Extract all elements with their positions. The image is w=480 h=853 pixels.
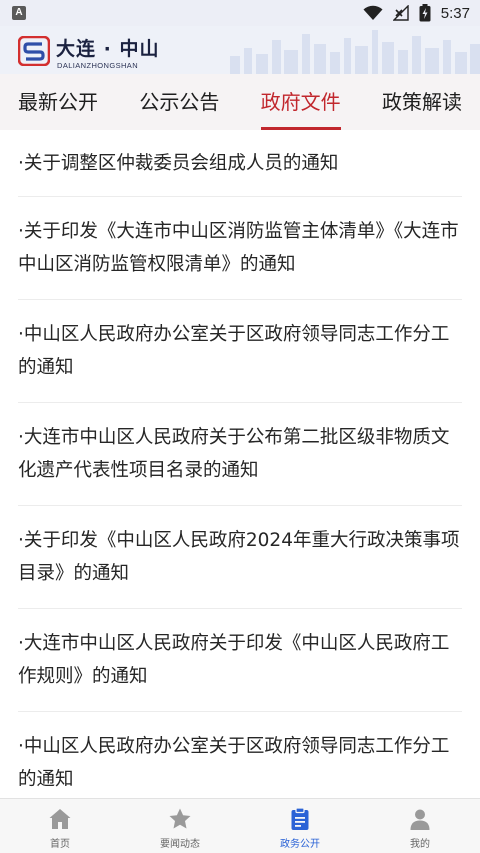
app-header: 大连 · 中山 DALIANZHONGSHAN: [0, 26, 480, 74]
a-app-icon: A: [12, 6, 26, 20]
list-item[interactable]: ·中山区人民政府办公室关于区政府领导同志工作分工的通知: [18, 300, 462, 403]
person-icon: [410, 809, 430, 830]
tab-public-notices[interactable]: 公示公告: [139, 74, 219, 130]
nav-home-label: 首页: [50, 839, 70, 850]
list-item[interactable]: ·中山区人民政府办公室关于区政府领导同志工作分工的通知: [18, 712, 462, 798]
tab-latest-disclosure[interactable]: 最新公开: [18, 74, 98, 130]
list-item[interactable]: ·关于调整区仲裁委员会组成人员的通知: [18, 130, 462, 197]
nav-profile[interactable]: 我的: [360, 799, 480, 853]
list-item[interactable]: ·关于印发《大连市中山区消防监管主体清单》《大连市中山区消防监管权限清单》的通知: [18, 197, 462, 300]
status-icons: 5:37: [363, 3, 470, 23]
tab-policy-interpretation[interactable]: 政策解读: [382, 74, 462, 130]
app-screen: A 5:37 大连 · 中山 DALIANZHONGSHAN 最新公开 公示公告…: [0, 0, 480, 853]
nav-news[interactable]: 要闻动态: [120, 799, 240, 853]
nav-home[interactable]: 首页: [0, 799, 120, 853]
status-bar: A 5:37: [0, 0, 480, 26]
battery-charging-icon: [419, 4, 431, 22]
document-list: ·关于调整区仲裁委员会组成人员的通知 ·关于印发《大连市中山区消防监管主体清单》…: [0, 130, 480, 798]
category-tabs: 最新公开 公示公告 政府文件 政策解读: [0, 74, 480, 130]
nav-government-affairs[interactable]: 政务公开: [240, 799, 360, 853]
list-item[interactable]: ·大连市中山区人民政府关于印发《中山区人民政府工作规则》的通知: [18, 609, 462, 712]
star-icon: [169, 808, 191, 829]
tab-government-documents[interactable]: 政府文件: [260, 74, 341, 130]
city-skyline-graphic: [230, 30, 480, 74]
nav-government-affairs-label: 政务公开: [280, 839, 320, 850]
no-signal-icon: [392, 5, 409, 21]
list-item[interactable]: ·大连市中山区人民政府关于公布第二批区级非物质文化遗产代表性项目名录的通知: [18, 403, 462, 506]
wifi-icon: [363, 5, 383, 20]
bottom-nav: 首页 要闻动态 政务公开 我的: [0, 798, 480, 853]
home-icon: [49, 809, 71, 829]
nav-profile-label: 我的: [410, 839, 430, 850]
clipboard-icon: [291, 807, 309, 830]
dalian-zhongshan-logo: [18, 36, 50, 66]
status-time: 5:37: [440, 4, 470, 22]
brand-title: 大连 · 中山: [56, 38, 160, 60]
list-item[interactable]: ·关于印发《中山区人民政府2024年重大行政决策事项目录》的通知: [18, 506, 462, 609]
nav-news-label: 要闻动态: [160, 839, 200, 850]
brand-subtitle: DALIANZHONGSHAN: [57, 61, 139, 70]
